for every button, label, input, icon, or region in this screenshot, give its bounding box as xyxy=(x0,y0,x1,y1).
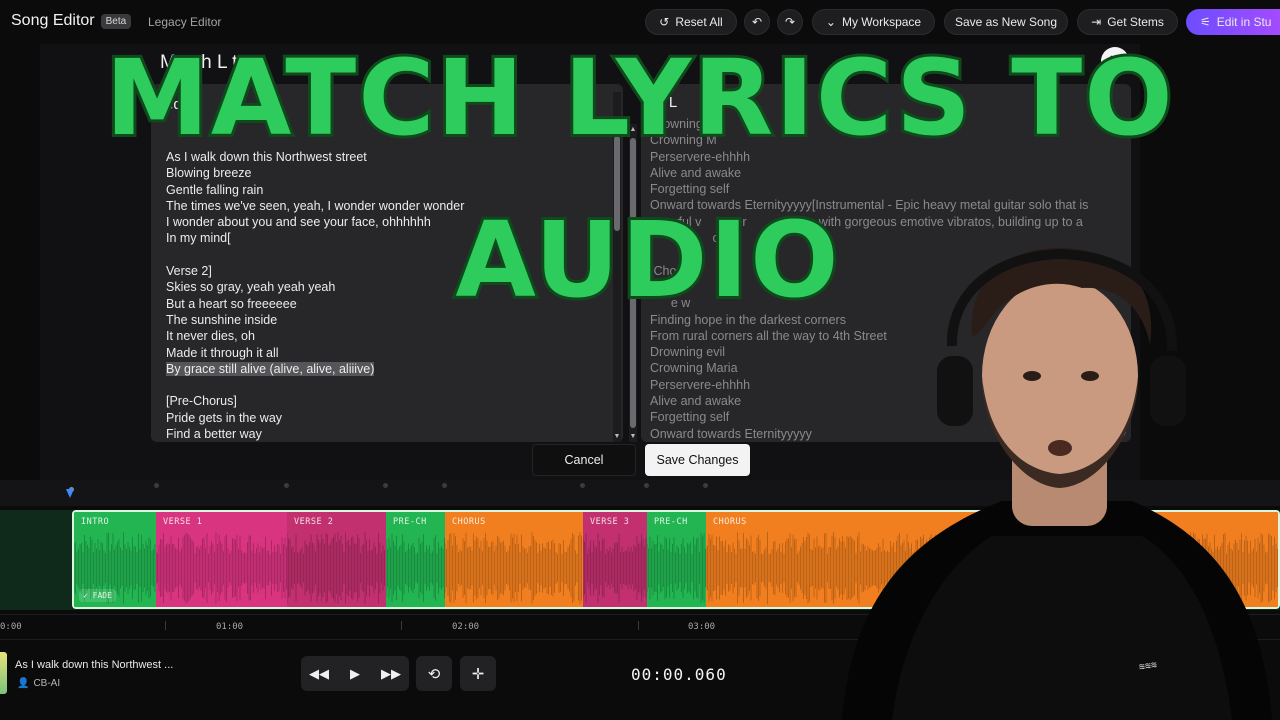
ruler-label: 01:00 xyxy=(216,622,244,632)
workspace-dropdown[interactable]: ⌄ My Workspace xyxy=(812,9,935,35)
split-icon: ✛ xyxy=(471,665,485,683)
split-button[interactable]: ✛ xyxy=(460,656,496,691)
track-artwork xyxy=(0,652,7,694)
stems-icon: ⇥ xyxy=(1091,15,1102,29)
transport-controls: ◀◀ ▶ ▶▶ xyxy=(301,656,409,691)
get-stems-button[interactable]: ⇥ Get Stems xyxy=(1077,9,1178,35)
section-chorus-1[interactable]: CHORUS xyxy=(445,512,583,607)
lyric-line[interactable]: Find a better way xyxy=(166,426,464,442)
current-time: 00:00.060 xyxy=(631,665,727,684)
lyric-line[interactable]: It never dies, oh xyxy=(166,328,464,344)
lyric-line: Forgetting self xyxy=(650,182,730,197)
cancel-button[interactable]: Cancel xyxy=(532,444,636,476)
top-bar: Song Editor Beta Legacy Editor ↺ Reset A… xyxy=(0,0,1280,42)
marker-dot[interactable] xyxy=(284,483,289,488)
marker-dot[interactable] xyxy=(703,483,708,488)
section-verse-2[interactable]: VERSE 2 xyxy=(287,512,386,607)
loop-icon: ⟲ xyxy=(427,665,441,683)
section-label: VERSE 1 xyxy=(163,517,203,527)
fade-badge[interactable]: ✓ FADE xyxy=(79,589,116,602)
fast-forward-button[interactable]: ▶▶ xyxy=(373,656,409,691)
lyric-line[interactable]: By grace still alive (alive, alive, alii… xyxy=(166,361,464,377)
lyric-line[interactable] xyxy=(166,377,464,393)
now-playing-title: As I walk down this Northwest ... xyxy=(15,659,174,671)
section-verse-3[interactable]: VERSE 3 xyxy=(583,512,647,607)
now-playing-artist: 👤 CB-AI xyxy=(17,678,61,689)
save-changes-button[interactable]: Save Changes xyxy=(645,444,750,476)
lyric-line[interactable]: Made it through it all xyxy=(166,345,464,361)
section-pre-chorus-2[interactable]: PRE-CH xyxy=(647,512,706,607)
ruler-tick xyxy=(401,621,402,630)
section-intro[interactable]: INTRO ✓ FADE xyxy=(74,512,156,607)
ruler-tick xyxy=(165,621,166,630)
ruler-tick xyxy=(638,621,639,630)
section-label: CHORUS xyxy=(452,517,486,527)
lyric-line[interactable]: [Pre-Chorus] xyxy=(166,393,464,409)
user-icon: 👤 xyxy=(17,678,30,689)
marker-dot[interactable] xyxy=(383,483,388,488)
section-verse-1[interactable]: VERSE 1 xyxy=(156,512,287,607)
section-pre-chorus-1[interactable]: PRE-CH xyxy=(386,512,445,607)
lyric-line[interactable]: Gentle falling rain xyxy=(166,182,464,198)
section-label: INTRO xyxy=(81,517,110,527)
ruler-label: 02:00 xyxy=(452,622,480,632)
app-brand: Song Editor Beta xyxy=(11,12,132,30)
loop-button[interactable]: ⟲ xyxy=(416,656,452,691)
waveform xyxy=(583,533,647,603)
waveform xyxy=(445,532,582,604)
section-label: CHORUS xyxy=(713,517,747,527)
section-label: VERSE 2 xyxy=(294,517,334,527)
reset-all-button[interactable]: ↺ Reset All xyxy=(645,9,737,35)
redo-button[interactable]: ↷ xyxy=(777,9,803,35)
playhead[interactable] xyxy=(66,489,74,498)
marker-dot[interactable] xyxy=(154,483,159,488)
waveform xyxy=(386,534,445,602)
lyric-line[interactable]: Pride gets in the way xyxy=(166,410,464,426)
app-title: Song Editor xyxy=(11,12,95,29)
marker-dot[interactable] xyxy=(442,483,447,488)
section-label: PRE-CH xyxy=(393,517,427,527)
overlay-caption-line-1: MATCH LYRICS TO xyxy=(102,35,1175,161)
legacy-editor-link[interactable]: Legacy Editor xyxy=(148,15,221,29)
redo-icon: ↷ xyxy=(784,15,796,29)
marker-dot[interactable] xyxy=(580,483,585,488)
save-as-new-song-button[interactable]: Save as New Song xyxy=(944,9,1068,35)
scroll-down-icon[interactable]: ▼ xyxy=(629,433,637,440)
sliders-icon: ⚟ xyxy=(1200,15,1211,29)
play-icon: ▶ xyxy=(350,665,360,681)
play-button[interactable]: ▶ xyxy=(337,656,373,691)
reset-icon: ↺ xyxy=(659,15,670,29)
waveform xyxy=(647,532,706,604)
section-label: PRE-CH xyxy=(654,517,688,527)
undo-icon: ↶ xyxy=(751,15,763,29)
lyric-line[interactable]: Blowing breeze xyxy=(166,165,464,181)
rewind-icon: ◀◀ xyxy=(309,665,329,681)
fast-forward-icon: ▶▶ xyxy=(381,665,401,681)
scroll-down-icon[interactable]: ▼ xyxy=(613,433,621,440)
waveform xyxy=(156,532,287,604)
edit-in-studio-button[interactable]: ⚟ Edit in Stu xyxy=(1186,9,1280,35)
ruler-label: 0:00 xyxy=(0,622,22,632)
rewind-button[interactable]: ◀◀ xyxy=(301,656,337,691)
waveform xyxy=(287,532,385,604)
chevron-down-icon: ⌄ xyxy=(825,15,836,29)
marker-dot[interactable] xyxy=(644,483,649,488)
undo-button[interactable]: ↶ xyxy=(744,9,770,35)
overlay-caption-line-2: AUDIO xyxy=(452,197,841,323)
section-label: VERSE 3 xyxy=(590,517,630,527)
ruler-label: 03:00 xyxy=(688,622,716,632)
lyric-line: Alive and awake xyxy=(650,165,742,180)
beta-badge: Beta xyxy=(100,13,132,29)
